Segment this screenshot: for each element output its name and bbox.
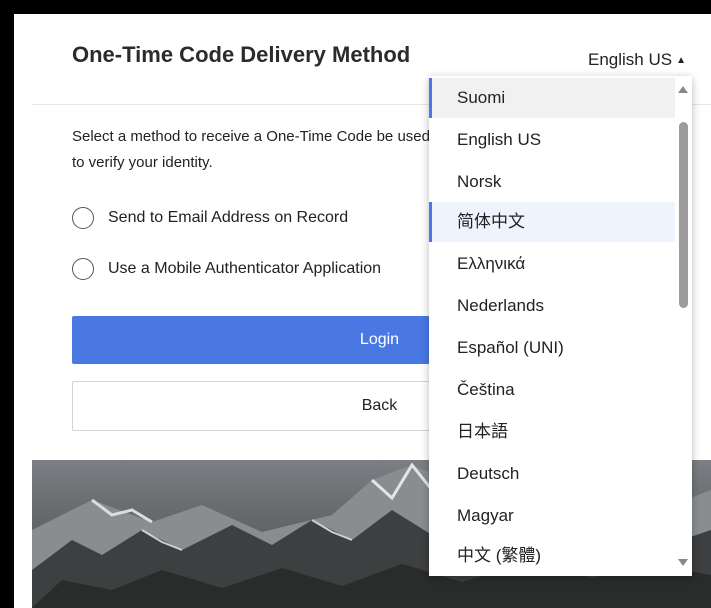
caret-up-icon: ▲	[676, 55, 687, 66]
language-option-english-us[interactable]: English US	[429, 120, 675, 160]
language-option-czech[interactable]: Čeština	[429, 370, 675, 410]
method-authenticator-label: Use a Mobile Authenticator Application	[108, 260, 382, 277]
language-option-chinese-traditional[interactable]: 中文 (繁體)	[429, 536, 675, 576]
language-option-japanese[interactable]: 日本語	[429, 412, 675, 452]
language-dropdown[interactable]: Suomi English US Norsk 简体中文 Ελληνικά Ned…	[429, 76, 692, 576]
language-option-hungarian[interactable]: Magyar	[429, 496, 675, 536]
app-frame: One-Time Code Delivery Method English US…	[14, 14, 711, 608]
language-selector[interactable]: English US ▲	[588, 50, 686, 70]
language-option-norsk[interactable]: Norsk	[429, 162, 675, 202]
language-option-chinese-simplified[interactable]: 简体中文	[429, 202, 675, 242]
language-current-label: English US	[588, 50, 673, 69]
method-authenticator-option[interactable]: Use a Mobile Authenticator Application	[72, 255, 381, 283]
method-email-option[interactable]: Send to Email Address on Record	[72, 204, 348, 232]
language-option-dutch[interactable]: Nederlands	[429, 286, 675, 326]
language-option-spanish[interactable]: Español (UNI)	[429, 328, 675, 368]
language-option-suomi[interactable]: Suomi	[429, 78, 675, 118]
dropdown-scrollbar[interactable]	[675, 76, 692, 576]
language-option-greek[interactable]: Ελληνικά	[429, 244, 675, 284]
scroll-down-arrow-icon[interactable]	[678, 559, 688, 566]
radio-button-email[interactable]	[72, 207, 94, 229]
page-title: One-Time Code Delivery Method	[72, 42, 411, 67]
radio-button-authenticator[interactable]	[72, 258, 94, 280]
instructions-text: Select a method to receive a One-Time Co…	[72, 128, 430, 171]
scroll-up-arrow-icon[interactable]	[678, 86, 688, 93]
scrollbar-thumb[interactable]	[679, 122, 688, 308]
method-email-label: Send to Email Address on Record	[108, 209, 349, 226]
language-option-german[interactable]: Deutsch	[429, 454, 675, 494]
